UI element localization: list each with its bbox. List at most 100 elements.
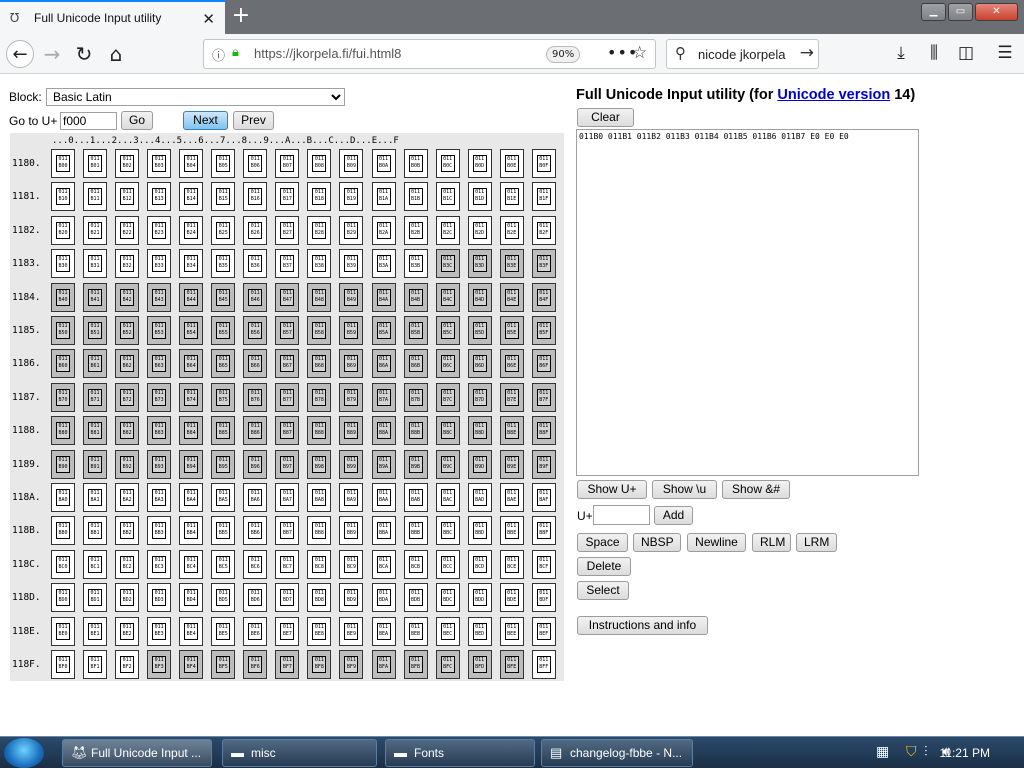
char-cell[interactable]: 011 B3F [531, 249, 556, 279]
char-cell[interactable]: 011 B37 [275, 249, 300, 279]
char-cell[interactable]: 011 B0B [403, 149, 428, 178]
char-cell[interactable]: 011 B70 [51, 382, 75, 412]
char-cell[interactable]: 011 B2A [371, 215, 396, 245]
char-cell[interactable]: 011 B94 [179, 449, 204, 479]
search-go-arrow-icon[interactable]: → [800, 43, 814, 63]
char-cell[interactable]: 011 B87 [275, 416, 300, 446]
char-cell[interactable]: 011 BB8 [307, 516, 332, 546]
char-cell[interactable]: 011 B06 [243, 149, 268, 178]
char-cell[interactable]: 011 B57 [275, 316, 300, 345]
char-cell[interactable]: 011 B13 [147, 182, 172, 212]
char-cell[interactable]: 011 B8A [371, 416, 396, 446]
char-cell[interactable]: 011 BF5 [211, 650, 236, 679]
library-icon[interactable]: ⫼ [923, 42, 945, 64]
char-cell[interactable]: 011 BD0 [51, 583, 75, 613]
char-cell[interactable]: 011 BD7 [275, 583, 300, 613]
char-cell[interactable]: 011 BCB [403, 549, 428, 579]
home-icon[interactable]: ⌂ [102, 40, 130, 68]
char-cell[interactable]: 011 B2D [467, 215, 492, 245]
char-cell[interactable]: 011 B24 [179, 215, 204, 245]
char-cell[interactable]: 011 B77 [275, 382, 300, 412]
char-cell[interactable]: 011 B91 [83, 449, 108, 479]
char-cell[interactable]: 011 B95 [211, 449, 236, 479]
char-cell[interactable]: 011 B9C [435, 449, 460, 479]
char-cell[interactable]: 011 B10 [51, 182, 75, 212]
char-cell[interactable]: 011 BC3 [147, 549, 172, 579]
char-cell[interactable]: 011 B1B [403, 182, 428, 212]
char-cell[interactable]: 011 BCF [531, 549, 556, 579]
char-cell[interactable]: 011 BAF [531, 483, 556, 512]
unicode-version-link[interactable]: Unicode version [777, 87, 890, 103]
char-cell[interactable]: 011 BBD [467, 516, 492, 546]
back-arrow-icon[interactable]: ← [6, 40, 34, 68]
char-cell[interactable]: 011 BCA [371, 549, 396, 579]
char-cell[interactable]: 011 BC1 [83, 549, 108, 579]
char-cell[interactable]: 011 B92 [115, 449, 140, 479]
char-cell[interactable]: 011 B5A [371, 316, 396, 345]
char-cell[interactable]: 011 BAB [403, 483, 428, 512]
char-cell[interactable]: 011 B38 [307, 249, 332, 279]
delete-button[interactable]: Delete [577, 557, 631, 576]
char-cell[interactable]: 011 B9D [467, 449, 492, 479]
add-button[interactable]: Add [654, 506, 693, 525]
char-cell[interactable]: 011 B22 [115, 215, 140, 245]
minimize-button[interactable]: ▁ [921, 3, 946, 21]
char-cell[interactable]: 011 B8F [531, 416, 556, 446]
codepoint-input[interactable] [593, 505, 650, 525]
char-cell[interactable]: 011 BAA [371, 483, 396, 512]
char-cell[interactable]: 011 B27 [275, 215, 300, 245]
output-textarea[interactable]: 011B0 011B1 011B2 011B3 011B4 011B5 011B… [576, 129, 919, 476]
char-cell[interactable]: 011 BAD [467, 483, 492, 512]
char-cell[interactable]: 011 B02 [115, 149, 140, 178]
char-cell[interactable]: 011 BB6 [243, 516, 268, 546]
char-cell[interactable]: 011 BF2 [115, 650, 140, 679]
char-cell[interactable]: 011 B17 [275, 182, 300, 212]
char-cell[interactable]: 011 B14 [179, 182, 204, 212]
char-cell[interactable]: 011 B12 [115, 182, 140, 212]
char-cell[interactable]: 011 B35 [211, 249, 236, 279]
char-cell[interactable]: 011 BA9 [339, 483, 364, 512]
start-button[interactable] [4, 738, 44, 768]
char-cell[interactable]: 011 BA4 [179, 483, 204, 512]
char-cell[interactable]: 011 B3A [371, 249, 396, 279]
char-cell[interactable]: 011 BEB [403, 616, 428, 646]
char-cell[interactable]: 011 BEE [499, 616, 524, 646]
char-cell[interactable]: 011 BF9 [339, 650, 364, 679]
space-button[interactable]: Space [577, 533, 628, 552]
char-cell[interactable]: 011 B61 [83, 349, 108, 379]
char-cell[interactable]: 011 BA3 [147, 483, 172, 512]
char-cell[interactable]: 011 B4B [403, 282, 428, 312]
char-cell[interactable]: 011 BB3 [147, 516, 172, 546]
char-cell[interactable]: 011 BBF [531, 516, 556, 546]
char-cell[interactable]: 011 B69 [339, 349, 364, 379]
char-cell[interactable]: 011 B0D [467, 149, 492, 178]
char-cell[interactable]: 011 B3E [499, 249, 524, 279]
tab-active[interactable]: Ʊ Full Unicode Input utility ✕ [0, 0, 225, 34]
char-cell[interactable]: 011 B07 [275, 149, 300, 178]
char-cell[interactable]: 011 B25 [211, 215, 236, 245]
char-cell[interactable]: 011 BB5 [211, 516, 236, 546]
taskbar-item-firefox[interactable]: 🦊︎ Full Unicode Input ... [62, 739, 212, 767]
char-cell[interactable]: 011 B5B [403, 316, 428, 345]
show-backslash-u-button[interactable]: Show \u [652, 480, 717, 499]
char-cell[interactable]: 011 B55 [211, 316, 236, 345]
char-cell[interactable]: 011 B2B [403, 215, 428, 245]
char-cell[interactable]: 011 BE6 [243, 616, 268, 646]
char-cell[interactable]: 011 BD3 [147, 583, 172, 613]
char-cell[interactable]: 011 B46 [243, 282, 268, 312]
char-cell[interactable]: 011 B0C [435, 149, 460, 178]
char-cell[interactable]: 011 B90 [51, 449, 75, 479]
char-cell[interactable]: 011 BAE [499, 483, 524, 512]
show-uplus-button[interactable]: Show U+ [577, 480, 647, 499]
goto-input[interactable] [60, 112, 117, 130]
char-cell[interactable]: 011 B8D [467, 416, 492, 446]
char-cell[interactable]: 011 B28 [307, 215, 332, 245]
char-cell[interactable]: 011 B0E [499, 149, 524, 178]
char-cell[interactable]: 011 B0A [371, 149, 396, 178]
char-cell[interactable]: 011 B7E [499, 382, 524, 412]
char-cell[interactable]: 011 B26 [243, 215, 268, 245]
char-cell[interactable]: 011 B36 [243, 249, 268, 279]
show-entity-button[interactable]: Show &# [722, 480, 790, 499]
char-cell[interactable]: 011 B41 [83, 282, 108, 312]
char-cell[interactable]: 011 B89 [339, 416, 364, 446]
